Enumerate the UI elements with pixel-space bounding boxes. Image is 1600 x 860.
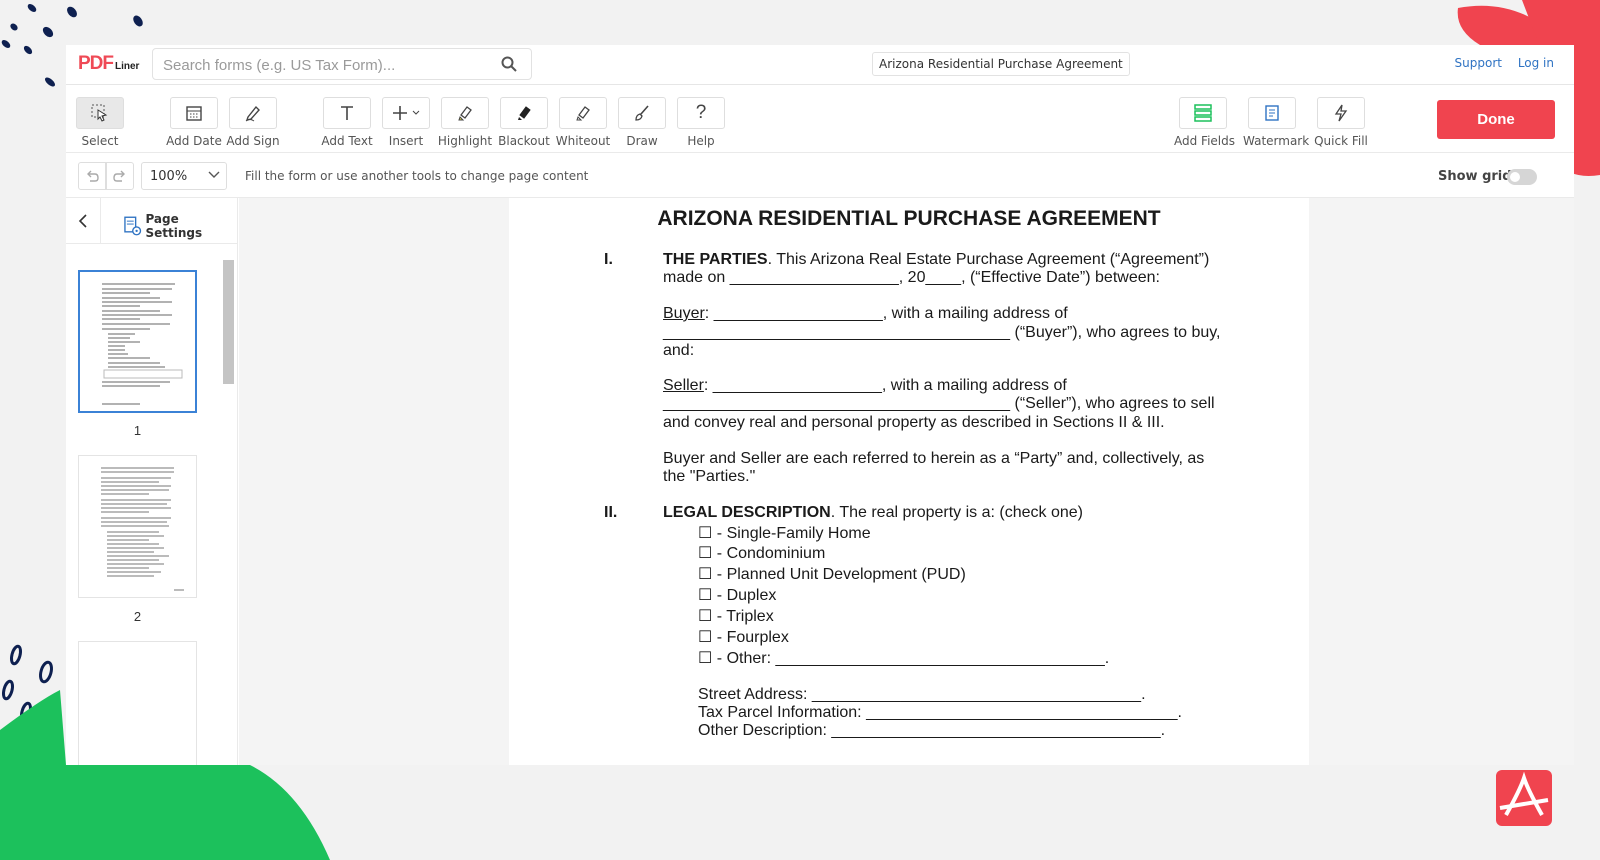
add-sign-tool[interactable]: Add Sign (224, 97, 282, 148)
collapse-sidebar-button[interactable] (66, 198, 101, 244)
property-option[interactable]: ☐ - Duplex (698, 587, 776, 605)
fields-icon (1194, 104, 1212, 122)
done-button[interactable]: Done (1437, 100, 1555, 139)
insert-tool[interactable]: Insert (377, 97, 435, 148)
other-description-line[interactable]: Other Description: _____________________… (698, 722, 1165, 740)
add-text-tool[interactable]: Add Text (318, 97, 376, 148)
page-thumbnail-preview (101, 467, 184, 591)
lightning-icon (1334, 104, 1348, 122)
page-number-1: 1 (133, 423, 142, 438)
chevron-left-icon (78, 214, 87, 228)
property-option[interactable]: ☐ - Fourplex (698, 629, 789, 647)
document-viewer: ARIZONA RESIDENTIAL PURCHASE AGREEMENT I… (239, 198, 1574, 765)
property-option[interactable]: ☐ - Single-Family Home (698, 525, 871, 543)
zoom-select[interactable]: 100% (141, 162, 227, 190)
secondary-toolbar: 100% Fill the form or use another tools … (66, 154, 1574, 198)
draw-tool[interactable]: Draw (613, 97, 671, 148)
plus-icon (393, 106, 420, 120)
chevron-down-icon (208, 171, 220, 178)
seller-line-3: and convey real and personal property as… (663, 414, 1165, 431)
document-title: Arizona Residential Purchase Agreement (872, 52, 1130, 76)
support-link[interactable]: Support (1455, 56, 1502, 70)
blackout-tool[interactable]: Blackout (495, 97, 553, 148)
undo-icon (87, 170, 99, 182)
page-settings-button[interactable]: Page Settings (123, 212, 237, 240)
document-page[interactable]: ARIZONA RESIDENTIAL PURCHASE AGREEMENT I… (509, 198, 1309, 765)
buyer-line-3: and: (663, 342, 695, 359)
toolbar: Select Add Date Add Sign Add Text Insert… (66, 85, 1574, 153)
seller-line-2[interactable]: _______________________________________ … (663, 395, 1215, 413)
search-box (152, 48, 532, 80)
page-thumbnail-1[interactable] (78, 270, 197, 413)
text-icon (341, 106, 353, 120)
pen-sign-icon (245, 105, 260, 122)
parties-def-line-2: the "Parties." (663, 468, 756, 485)
legal-description-line: LEGAL DESCRIPTION. The real property is … (663, 504, 1083, 521)
highlight-tool[interactable]: Highlight (436, 97, 494, 148)
property-option[interactable]: ☐ - Other: _____________________________… (698, 650, 1109, 668)
document-heading: ARIZONA RESIDENTIAL PURCHASE AGREEMENT (657, 207, 1161, 230)
buyer-line-1[interactable]: Buyer: ___________________, with a maili… (663, 305, 1068, 323)
street-address-line[interactable]: Street Address: ________________________… (698, 686, 1146, 704)
select-tool[interactable]: Select (71, 97, 129, 148)
login-link[interactable]: Log in (1518, 56, 1554, 70)
add-fields-tool[interactable]: Add Fields (1174, 97, 1235, 148)
page-thumbnail-3[interactable] (78, 641, 197, 765)
pdfliner-logo[interactable]: PDF Liner (78, 53, 139, 75)
calendar-icon (186, 106, 202, 121)
search-icon[interactable] (501, 56, 517, 77)
page-thumbnail-2[interactable] (78, 455, 197, 598)
add-date-tool[interactable]: Add Date (165, 97, 223, 148)
parties-line-2[interactable]: made on ___________________, 20____, (“E… (663, 269, 1160, 287)
select-icon (91, 104, 108, 122)
show-grid-label: Show grid (1438, 169, 1512, 184)
parties-def-line-1: Buyer and Seller are each referred to he… (663, 450, 1205, 467)
blackout-icon (518, 106, 531, 120)
property-option[interactable]: ☐ - Condominium (698, 545, 825, 563)
property-option[interactable]: ☐ - Triplex (698, 608, 774, 626)
brush-icon (635, 105, 649, 121)
sidebar-scrollbar-thumb[interactable] (223, 260, 234, 384)
eraser-icon (576, 106, 590, 121)
question-icon: ? (695, 102, 707, 123)
section-number: II. (604, 504, 618, 521)
seller-line-1[interactable]: Seller: ___________________, with a mail… (663, 377, 1067, 395)
whiteout-tool[interactable]: Whiteout (554, 97, 612, 148)
parties-line-1: THE PARTIES. This Arizona Real Estate Pu… (663, 251, 1210, 268)
search-input[interactable] (163, 55, 483, 75)
pdf-editor-app: PDFLiner Arizona Residential Purchase Ag… (66, 45, 1574, 765)
quick-fill-tool[interactable]: Quick Fill (1312, 97, 1370, 148)
top-bar: PDFLiner Arizona Residential Purchase Ag… (66, 45, 1574, 85)
tax-parcel-line[interactable]: Tax Parcel Information: ________________… (698, 704, 1182, 722)
page-thumbnail-preview (102, 283, 183, 405)
page-settings-icon (124, 216, 142, 236)
buyer-line-2[interactable]: _______________________________________ … (663, 324, 1221, 342)
page-sidebar: Page Settings 1 2 (66, 198, 238, 765)
watermark-icon (1265, 105, 1279, 121)
highlighter-icon (458, 106, 472, 121)
redo-button[interactable] (106, 162, 134, 190)
page-number-2: 2 (133, 609, 142, 624)
redo-icon (113, 170, 125, 182)
undo-button[interactable] (78, 162, 106, 190)
watermark-tool[interactable]: Watermark (1243, 97, 1309, 148)
show-grid-toggle[interactable] (1507, 169, 1537, 185)
section-number: I. (604, 251, 613, 268)
property-option[interactable]: ☐ - Planned Unit Development (PUD) (698, 566, 966, 584)
help-tool[interactable]: ? Help (672, 97, 730, 148)
hint-text: Fill the form or use another tools to ch… (245, 169, 589, 183)
